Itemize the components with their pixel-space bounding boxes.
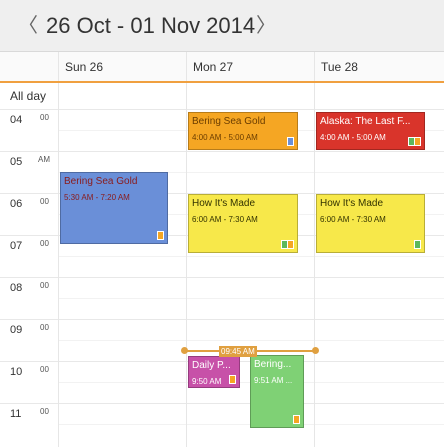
current-time-label: 09:45 AM xyxy=(219,346,257,357)
event-how-its-made-tue[interactable]: How It's Made 6:00 AM - 7:30 AM xyxy=(316,194,425,253)
minute-label: 00 xyxy=(40,281,49,290)
minute-label: 00 xyxy=(40,239,49,248)
hour-label: 07 xyxy=(10,240,23,252)
column-divider xyxy=(314,83,315,447)
ampm-label: AM xyxy=(38,155,50,164)
grid-half-line xyxy=(58,298,444,299)
day-header-label: Sun 26 xyxy=(65,60,104,74)
chevron-left-icon: 〈 xyxy=(18,15,38,37)
event-title: Alaska: The Last F... xyxy=(320,116,411,127)
all-day-row[interactable] xyxy=(0,83,444,109)
date-range-title: 26 Oct - 01 Nov 2014 xyxy=(46,13,256,38)
event-alaska-tue[interactable]: Alaska: The Last F... 4:00 AM - 5:00 AM xyxy=(316,112,425,150)
event-time: 5:30 AM - 7:20 AM xyxy=(64,193,130,202)
minute-label: 00 xyxy=(40,197,49,206)
grid-half-line xyxy=(58,256,444,257)
category-badge-icon xyxy=(157,231,164,240)
category-badge-icon xyxy=(229,375,236,384)
event-time: 4:00 AM - 5:00 AM xyxy=(320,133,386,142)
day-header-label: Tue 28 xyxy=(321,60,358,74)
hour-label: 04 xyxy=(10,114,23,126)
hour-label: 08 xyxy=(10,282,23,294)
previous-week-button[interactable]: 〈 xyxy=(18,13,38,39)
day-header-sun[interactable]: Sun 26 xyxy=(58,52,186,82)
chevron-right-icon: 〉 xyxy=(256,15,276,37)
calendar-toolbar: 〈 26 Oct - 01 Nov 2014 〉 xyxy=(0,0,444,52)
next-week-button[interactable]: 〉 xyxy=(256,13,276,39)
hour-label: 10 xyxy=(10,366,23,378)
grid-half-line xyxy=(58,340,444,341)
event-time: 6:00 AM - 7:30 AM xyxy=(192,215,258,224)
event-time: 6:00 AM - 7:30 AM xyxy=(320,215,386,224)
minute-label: 00 xyxy=(40,407,49,416)
event-daily-mon[interactable]: Daily P... 9:50 AM xyxy=(188,356,240,388)
category-badge-icon xyxy=(293,415,300,424)
event-bering-mon-overlap[interactable]: Bering... 9:51 AM ... xyxy=(250,355,304,428)
hour-label: 09 xyxy=(10,324,23,336)
event-time: 9:51 AM ... xyxy=(254,376,293,385)
hour-label: 06 xyxy=(10,198,23,210)
all-day-label: All day xyxy=(10,89,47,103)
time-gutter-header xyxy=(0,52,58,82)
hour-label: 05 xyxy=(10,156,23,168)
column-divider xyxy=(186,83,187,447)
event-title: Bering Sea Gold xyxy=(64,176,138,187)
current-time-dot-icon xyxy=(181,347,188,354)
category-badge-icon xyxy=(287,240,294,249)
grid-line xyxy=(0,403,444,404)
event-title: How It's Made xyxy=(320,198,384,209)
event-bering-sea-gold-sun[interactable]: Bering Sea Gold 5:30 AM - 7:20 AM xyxy=(60,172,168,244)
day-header-mon[interactable]: Mon 27 xyxy=(186,52,314,82)
event-title: Bering... xyxy=(254,359,292,370)
event-bering-sea-gold-mon[interactable]: Bering Sea Gold 4:00 AM - 5:00 AM xyxy=(188,112,298,150)
current-time-dot-icon xyxy=(312,347,319,354)
event-title: Daily P... xyxy=(192,360,231,371)
category-badge-icon xyxy=(287,137,294,146)
column-divider xyxy=(58,83,59,447)
event-time: 4:00 AM - 5:00 AM xyxy=(192,133,258,142)
grid-line xyxy=(0,277,444,278)
minute-label: 00 xyxy=(40,323,49,332)
event-title: How It's Made xyxy=(192,198,256,209)
day-header-label: Mon 27 xyxy=(193,60,234,74)
day-header-tue[interactable]: Tue 28 xyxy=(314,52,444,82)
minute-label: 00 xyxy=(40,365,49,374)
category-badge-icon xyxy=(414,240,421,249)
grid-line xyxy=(0,109,444,110)
event-title: Bering Sea Gold xyxy=(192,116,266,127)
grid-line xyxy=(0,319,444,320)
event-how-its-made-mon[interactable]: How It's Made 6:00 AM - 7:30 AM xyxy=(188,194,298,253)
hour-label: 11 xyxy=(10,408,22,420)
grid-line xyxy=(0,151,444,152)
category-badge-icon xyxy=(414,137,421,146)
minute-label: 00 xyxy=(40,113,49,122)
